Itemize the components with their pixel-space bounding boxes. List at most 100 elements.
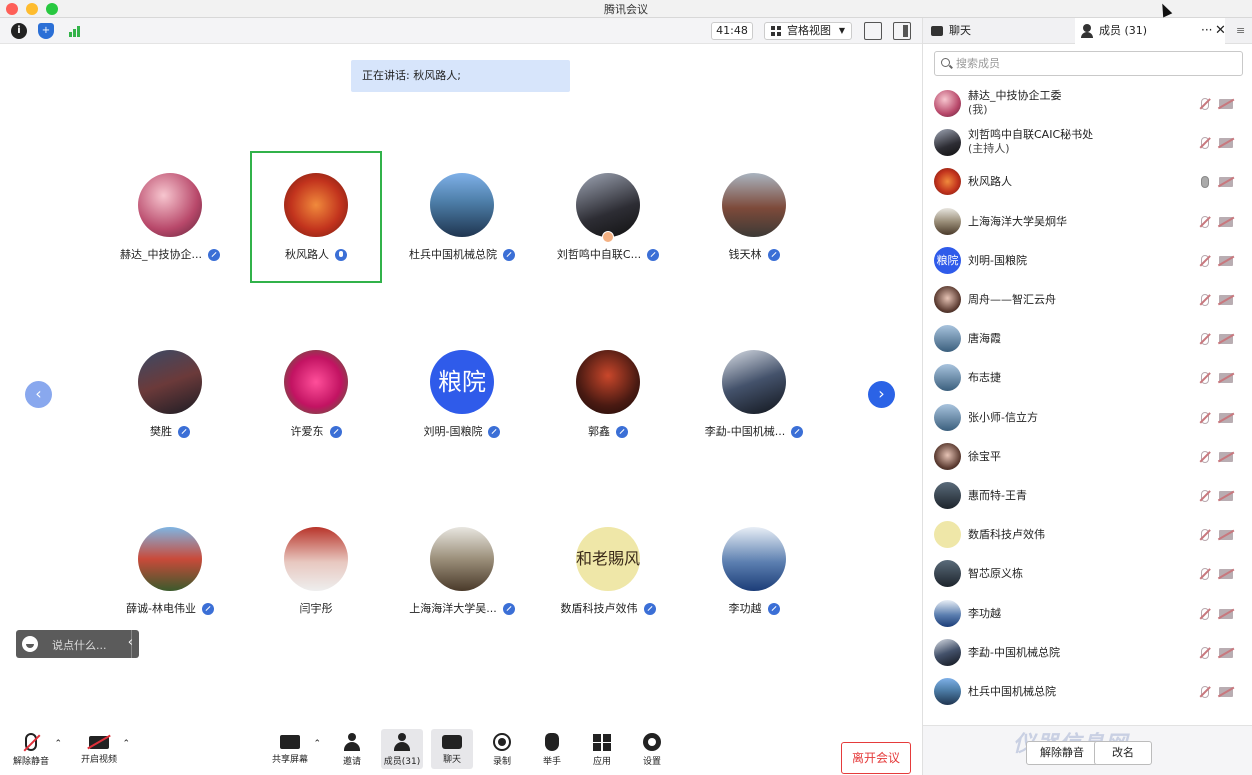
participant-tile[interactable]: 李功越	[688, 505, 820, 637]
member-row[interactable]: 杜兵中国机械总院	[923, 673, 1252, 712]
participant-tile[interactable]: 赫达_中技协企...	[104, 151, 236, 283]
microphone-muted-icon[interactable]	[1201, 215, 1209, 228]
chevron-up-icon[interactable]: ⌃	[54, 739, 62, 749]
microphone-muted-icon[interactable]	[1201, 490, 1209, 502]
avatar	[934, 129, 961, 157]
participant-tile[interactable]: 许爱东	[250, 328, 382, 460]
camera-off-icon[interactable]	[1219, 647, 1233, 658]
apps-button[interactable]: 应用	[581, 729, 623, 769]
member-search-input[interactable]: 搜索成员	[934, 51, 1243, 76]
signal-strength-icon[interactable]	[67, 23, 83, 39]
camera-off-icon[interactable]	[1219, 412, 1233, 423]
camera-off-icon[interactable]	[1219, 491, 1233, 501]
member-row[interactable]: 秋风路人	[923, 163, 1252, 202]
start-video-button[interactable]: 开启视频 ⌃	[78, 729, 130, 769]
share-screen-button[interactable]: 共享屏幕 ⌃	[269, 729, 321, 769]
record-button[interactable]: 录制	[481, 729, 523, 769]
close-icon[interactable]: ✕	[1215, 18, 1226, 44]
camera-off-icon[interactable]	[1219, 530, 1233, 541]
member-row[interactable]: 李功越	[923, 595, 1252, 634]
member-row[interactable]: 数盾科技卢效伟	[923, 516, 1252, 555]
member-row[interactable]: 智芯原义栋	[923, 555, 1252, 594]
menu-icon[interactable]: ≡	[1236, 18, 1245, 44]
member-row[interactable]: 唐海霞	[923, 320, 1252, 359]
previous-page-button[interactable]: ‹	[25, 381, 52, 408]
tab-chat[interactable]: 聊天	[931, 18, 971, 44]
view-mode-select[interactable]: 宫格视图 ▼	[764, 22, 852, 40]
invite-button[interactable]: 邀请	[331, 729, 373, 769]
member-name-block: 李功越	[968, 607, 1001, 621]
settings-button[interactable]: 设置	[631, 729, 673, 769]
raise-hand-button[interactable]: 举手	[531, 729, 573, 769]
microphone-muted-icon[interactable]	[1201, 646, 1209, 659]
member-row[interactable]: 张小师-信立方	[923, 399, 1252, 438]
microphone-muted-icon[interactable]	[1201, 450, 1209, 463]
camera-off-icon[interactable]	[1219, 373, 1233, 384]
chat-input-placeholder[interactable]: 说点什么...	[52, 637, 107, 653]
microphone-icon[interactable]	[1201, 176, 1209, 189]
camera-off-icon[interactable]	[1219, 138, 1233, 149]
microphone-muted-icon[interactable]	[1201, 568, 1209, 581]
member-row[interactable]: 刘哲鸣中自联CAIC秘书处 (主持人)	[923, 124, 1252, 163]
member-row[interactable]: 徐宝平	[923, 438, 1252, 477]
microphone-muted-icon[interactable]	[1201, 529, 1209, 542]
participant-tile[interactable]: 杜兵中国机械总院	[396, 151, 528, 283]
participant-tile[interactable]: 郭鑫	[542, 328, 674, 460]
camera-off-icon[interactable]	[1219, 687, 1233, 697]
camera-off-icon[interactable]	[1219, 216, 1233, 227]
unmute-all-button[interactable]: 解除静音	[1026, 741, 1098, 765]
participant-tile[interactable]: 秋风路人	[250, 151, 382, 283]
camera-off-icon[interactable]	[1219, 334, 1233, 345]
chevron-left-icon[interactable]: ‹	[128, 635, 133, 650]
member-row[interactable]: 惠而特-王青	[923, 477, 1252, 516]
camera-off-icon[interactable]	[1219, 608, 1233, 619]
camera-off-icon[interactable]	[1219, 295, 1233, 305]
chevron-up-icon[interactable]: ⌃	[313, 739, 321, 749]
participant-tile[interactable]: 李勐-中国机械...	[688, 328, 820, 460]
participant-tile[interactable]: 粮院 刘明-国粮院	[396, 328, 528, 460]
camera-off-icon[interactable]	[1219, 177, 1233, 188]
chat-button[interactable]: 聊天	[431, 729, 473, 769]
microphone-muted-icon[interactable]	[1201, 607, 1209, 620]
next-page-button[interactable]: ›	[868, 381, 895, 408]
microphone-muted-icon[interactable]	[1201, 686, 1209, 698]
microphone-muted-icon[interactable]	[1201, 137, 1209, 150]
microphone-muted-icon[interactable]	[1201, 294, 1209, 306]
member-row[interactable]: 上海海洋大学吴炯华	[923, 203, 1252, 242]
microphone-muted-icon[interactable]	[1201, 98, 1209, 110]
members-button[interactable]: 成员(31)	[381, 729, 423, 769]
info-icon[interactable]: i	[11, 23, 27, 39]
unmute-label: 解除静音	[12, 757, 49, 767]
participant-tile[interactable]: 刘哲鸣中自联C...	[542, 151, 674, 283]
rename-button[interactable]: 改名	[1094, 741, 1152, 765]
member-row[interactable]: 周舟——智汇云舟	[923, 281, 1252, 320]
participant-tile[interactable]: 闫宇彤	[250, 505, 382, 637]
emoji-icon[interactable]	[22, 636, 38, 652]
toggle-sidebar-button[interactable]	[893, 22, 911, 40]
microphone-muted-icon[interactable]	[1201, 333, 1209, 346]
microphone-muted-icon[interactable]	[1201, 411, 1209, 424]
participant-tile[interactable]: 钱天林	[688, 151, 820, 283]
member-row[interactable]: 李勐-中国机械总院	[923, 634, 1252, 673]
participant-tile[interactable]: 樊胜	[104, 328, 236, 460]
unmute-button[interactable]: 解除静音 ⌃	[10, 729, 62, 769]
chevron-up-icon[interactable]: ⌃	[122, 739, 130, 749]
security-shield-icon[interactable]: +	[38, 23, 54, 39]
member-row[interactable]: 粮院 刘明-国粮院	[923, 242, 1252, 281]
participant-tile[interactable]: 上海海洋大学吴...	[396, 505, 528, 637]
more-options-icon[interactable]: ···	[1201, 18, 1212, 42]
camera-off-icon[interactable]	[1219, 99, 1233, 109]
member-row[interactable]: 布志捷	[923, 359, 1252, 398]
leave-meeting-button[interactable]: 离开会议	[841, 742, 911, 774]
fullscreen-button[interactable]	[864, 22, 882, 40]
microphone-muted-icon[interactable]	[1201, 254, 1209, 267]
camera-off-icon[interactable]	[1219, 255, 1233, 266]
member-row[interactable]: 赫达_中技协企工委 (我)	[923, 85, 1252, 124]
avatar	[284, 350, 348, 414]
participant-tile[interactable]: 薛诚-林电伟业	[104, 505, 236, 637]
camera-off-icon[interactable]	[1219, 569, 1233, 580]
quick-chat-bar[interactable]: 说点什么... ‹	[16, 630, 139, 658]
participant-tile[interactable]: 和老賜风 数盾科技卢效伟	[542, 505, 674, 637]
microphone-muted-icon[interactable]	[1201, 372, 1209, 385]
camera-off-icon[interactable]	[1219, 451, 1233, 462]
